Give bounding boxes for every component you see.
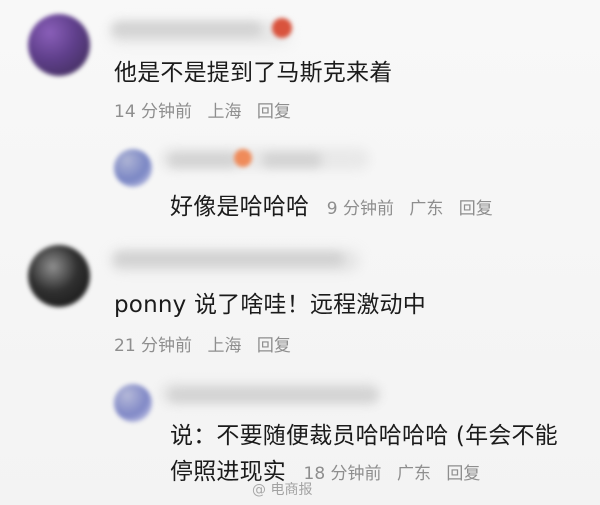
comment-meta: 21 分钟前 上海 回复 [114,334,301,358]
comment-text: 他是不是提到了马斯克来着 [114,60,393,86]
comment-location: 上海 [207,336,242,356]
user-avatar[interactable] [114,149,152,187]
comment-location: 上海 [207,102,242,122]
reply-button[interactable]: 回复 [257,102,291,122]
reply-time: 18 分钟前 [303,464,382,484]
reply-text-row: 好像是哈哈哈 9 分钟前 广东 回复 [170,190,503,226]
username-placeholder [168,388,378,402]
reply-time: 9 分钟前 [326,199,394,219]
reply-button[interactable]: 回复 [459,199,493,219]
username-placeholder [168,153,238,167]
reply-meta: 18 分钟前 广东 回复 [304,464,491,484]
comment-time: 14 分钟前 [114,102,193,122]
comment-text: ponny 说了啥哇！远程激动中 [114,292,426,318]
username-placeholder [262,153,322,167]
at-icon: @ [252,482,266,498]
reply-text-line1: 说：不要随便裁员哈哈哈哈 (年会不能 [170,423,558,449]
watermark-text: 电商报 [270,482,313,498]
username-placeholder [114,252,344,266]
user-avatar[interactable] [28,245,90,307]
username-placeholder [112,22,262,36]
user-avatar[interactable] [114,384,152,422]
reply-location: 广东 [409,199,444,219]
emoji-icon [234,149,252,167]
reply-button[interactable]: 回复 [257,336,291,356]
reply-text-line2: 停照进现实 18 分钟前 广东 回复 [170,455,490,491]
reply-location: 广东 [396,464,431,484]
watermark: @ 电商报 [252,482,312,498]
reply-meta: 9 分钟前 广东 回复 [327,199,503,219]
user-avatar[interactable] [28,14,90,76]
comments-screen: 他是不是提到了马斯克来着 14 分钟前 上海 回复 好像是哈哈哈 9 分钟前 广… [0,0,600,505]
reply-text: 好像是哈哈哈 [170,194,310,220]
comment-meta: 14 分钟前 上海 回复 [114,100,301,124]
badge-icon [272,18,292,38]
reply-button[interactable]: 回复 [446,464,480,484]
comment-time: 21 分钟前 [114,336,193,356]
